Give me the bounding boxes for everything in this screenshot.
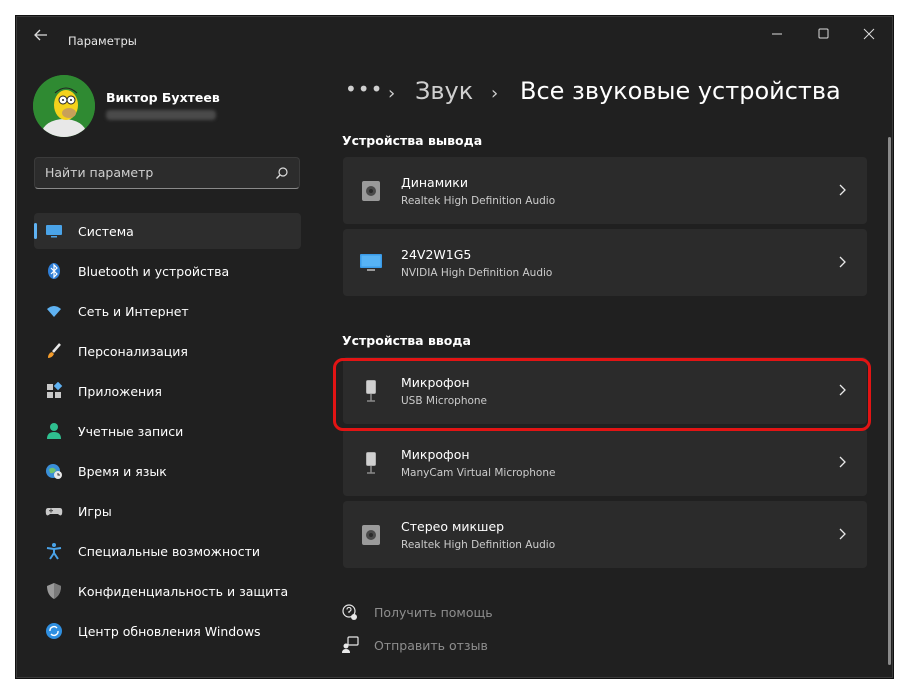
settings-window: Параметры Виктор Бухтеев Найти параметр … <box>16 16 893 678</box>
sidebar-item-apps[interactable]: Приложения <box>34 373 301 409</box>
wifi-icon <box>47 306 61 317</box>
brush-icon <box>48 343 61 358</box>
accessibility-icon <box>46 543 62 560</box>
sidebar-item-accessibility[interactable]: Специальные возможности <box>34 533 301 569</box>
microphone-icon <box>366 380 376 402</box>
sidebar-item-label: Bluetooth и устройства <box>78 264 230 279</box>
gamepad-icon <box>45 508 63 516</box>
user-name: Виктор Бухтеев <box>106 90 220 105</box>
avatar[interactable] <box>33 75 95 137</box>
device-card-monitor[interactable]: 24V2W1G5 NVIDIA High Definition Audio <box>343 229 867 296</box>
monitor-icon <box>46 225 62 238</box>
sidebar-item-label: Система <box>78 224 134 239</box>
device-name: Динамики <box>401 175 468 190</box>
device-driver: NVIDIA High Definition Audio <box>401 267 553 279</box>
get-help-label: Получить помощь <box>374 605 493 620</box>
device-driver: ManyCam Virtual Microphone <box>401 467 556 479</box>
breadcrumb-more-button[interactable]: ••• <box>345 77 383 101</box>
search-input[interactable] <box>45 165 265 180</box>
breadcrumb-separator: › <box>388 83 396 104</box>
device-driver: USB Microphone <box>401 395 488 407</box>
scrollbar[interactable] <box>888 137 891 665</box>
chevron-right-icon <box>839 456 846 468</box>
help-icon <box>342 604 357 620</box>
device-name: 24V2W1G5 <box>401 247 472 262</box>
device-driver: Realtek High Definition Audio <box>401 195 556 207</box>
app-title: Параметры <box>68 34 137 48</box>
feedback-icon <box>342 636 359 653</box>
maximize-icon <box>818 28 829 39</box>
avatar-image <box>33 75 95 137</box>
sidebar-item-gaming[interactable]: Игры <box>34 493 301 529</box>
apps-icon <box>47 382 63 398</box>
sidebar-item-bluetooth[interactable]: Bluetooth и устройства <box>34 253 301 289</box>
sidebar-item-network[interactable]: Сеть и Интернет <box>34 293 301 329</box>
shield-icon <box>47 583 61 599</box>
update-icon <box>46 623 62 639</box>
monitor-icon <box>360 254 382 271</box>
page-title: Все звуковые устройства <box>520 77 841 105</box>
breadcrumb-link-sound[interactable]: Звук <box>415 77 473 105</box>
sidebar-item-label: Сеть и Интернет <box>78 304 189 319</box>
microphone-icon <box>366 452 376 474</box>
sidebar-item-label: Конфиденциальность и защита <box>78 584 289 599</box>
sidebar-item-windows-update[interactable]: Центр обновления Windows <box>34 613 301 649</box>
arrow-left-icon <box>34 29 47 41</box>
maximize-button[interactable] <box>810 23 836 45</box>
search-box[interactable] <box>34 157 300 189</box>
chevron-right-icon <box>839 184 846 196</box>
minimize-icon <box>772 33 782 35</box>
sidebar-item-label: Специальные возможности <box>78 544 261 559</box>
device-name: Микрофон <box>401 375 470 390</box>
sidebar-item-personalization[interactable]: Персонализация <box>34 333 301 369</box>
send-feedback-label: Отправить отзыв <box>374 638 488 653</box>
chevron-right-icon <box>839 384 846 396</box>
device-card-manycam-microphone[interactable]: Микрофон ManyCam Virtual Microphone <box>343 429 867 496</box>
sidebar-item-label: Приложения <box>78 384 162 399</box>
chevron-right-icon <box>839 256 846 268</box>
device-card-usb-microphone[interactable]: Микрофон USB Microphone <box>343 357 867 424</box>
sidebar-item-privacy[interactable]: Конфиденциальность и защита <box>34 573 301 609</box>
user-email-blurred <box>106 110 216 120</box>
device-card-speakers[interactable]: Динамики Realtek High Definition Audio <box>343 157 867 224</box>
globe-clock-icon <box>46 464 62 479</box>
minimize-button[interactable] <box>764 23 790 45</box>
bluetooth-icon <box>48 263 60 279</box>
search-icon[interactable] <box>275 166 289 180</box>
close-icon <box>863 28 875 40</box>
person-icon <box>47 423 61 439</box>
speaker-icon <box>362 181 380 201</box>
sidebar-nav: Система Bluetooth и устройства Сеть и Ин… <box>34 213 301 653</box>
title-bar: Параметры <box>17 17 892 53</box>
device-driver: Realtek High Definition Audio <box>401 539 556 551</box>
sidebar-item-system[interactable]: Система <box>34 213 301 249</box>
sidebar-item-label: Учетные записи <box>78 424 184 439</box>
sidebar-item-accounts[interactable]: Учетные записи <box>34 413 301 449</box>
device-name: Стерео микшер <box>401 519 505 534</box>
sidebar-item-label: Центр обновления Windows <box>78 624 261 639</box>
speaker-icon <box>362 525 380 545</box>
device-card-stereo-mix[interactable]: Стерео микшер Realtek High Definition Au… <box>343 501 867 568</box>
close-button[interactable] <box>856 23 882 45</box>
sidebar-item-label: Время и язык <box>78 464 167 479</box>
sidebar-item-time-language[interactable]: Время и язык <box>34 453 301 489</box>
sidebar-item-label: Игры <box>78 504 112 519</box>
sidebar-item-label: Персонализация <box>78 344 188 359</box>
breadcrumb-separator: › <box>491 83 499 104</box>
chevron-right-icon <box>839 528 846 540</box>
device-name: Микрофон <box>401 447 470 462</box>
output-devices-heading: Устройства вывода <box>342 133 483 148</box>
back-button[interactable] <box>31 27 51 43</box>
input-devices-heading: Устройства ввода <box>342 333 471 348</box>
